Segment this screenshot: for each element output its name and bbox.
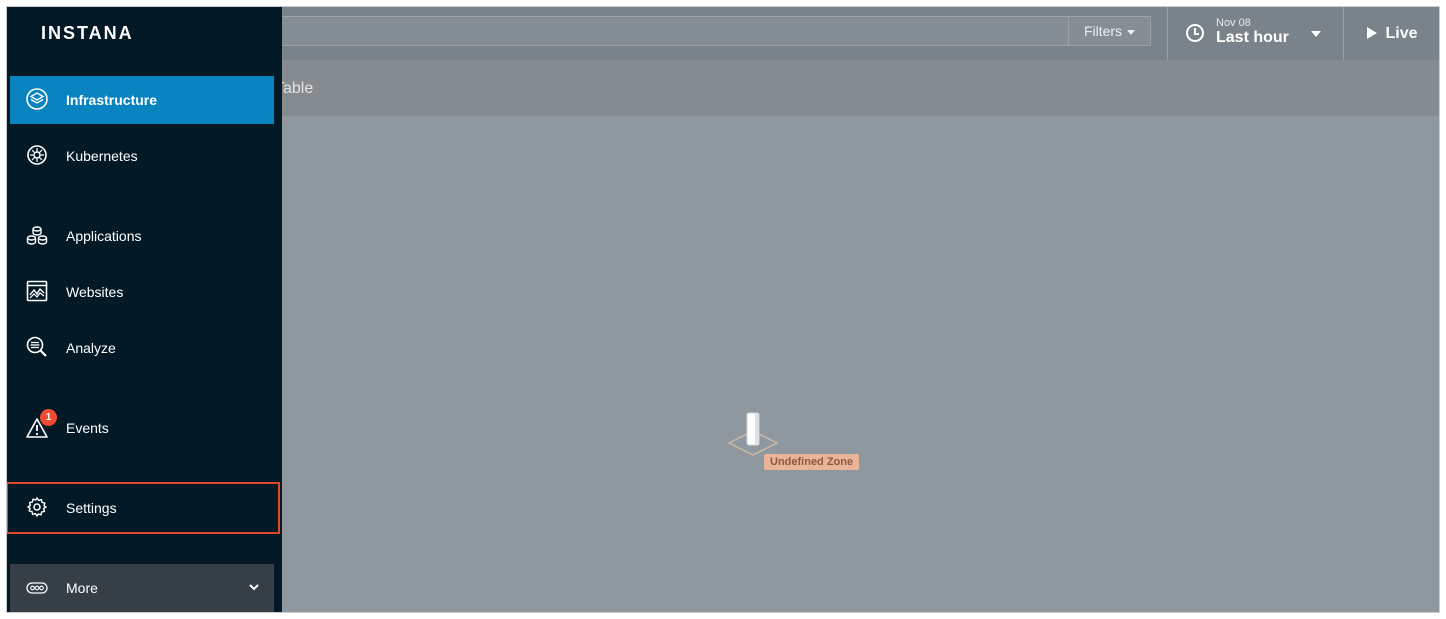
sidebar: INSTANA Infrastructure Kubernetes Applic… xyxy=(7,7,282,612)
sidebar-item-settings[interactable]: Settings xyxy=(7,482,280,534)
chevron-down-icon xyxy=(249,584,259,591)
sidebar-item-label: Websites xyxy=(66,284,124,300)
more-menu-button[interactable]: More xyxy=(10,564,274,612)
live-label: Live xyxy=(1385,25,1418,42)
websites-icon xyxy=(26,280,48,302)
sidebar-item-label: Settings xyxy=(66,500,117,516)
sidebar-item-analyze[interactable]: Analyze xyxy=(10,324,274,372)
zone-node-icon[interactable] xyxy=(725,407,781,457)
sidebar-item-events[interactable]: 1 Events xyxy=(10,404,274,452)
filters-button[interactable]: Filters xyxy=(1068,16,1150,46)
caret-down-icon xyxy=(1311,31,1321,37)
analyze-icon xyxy=(26,336,47,357)
time-range-label: Last hour xyxy=(1216,29,1289,46)
layers-icon xyxy=(26,88,48,110)
clock-icon xyxy=(1186,24,1204,42)
live-button[interactable]: Live xyxy=(1343,7,1439,60)
time-date: Nov 08 xyxy=(1216,17,1251,29)
app-frame: Filters Nov 08 Last hour Live Table Unde… xyxy=(6,6,1440,613)
events-count-badge: 1 xyxy=(40,409,57,426)
instana-logo[interactable]: INSTANA xyxy=(41,23,134,44)
search-input[interactable]: Filters xyxy=(275,16,1151,46)
sidebar-item-applications[interactable]: Applications xyxy=(10,212,274,260)
sidebar-item-kubernetes[interactable]: Kubernetes xyxy=(10,132,274,180)
filters-label: Filters xyxy=(1083,23,1123,39)
time-range-picker[interactable]: Nov 08 Last hour xyxy=(1167,7,1343,60)
gear-icon xyxy=(27,497,47,517)
sidebar-item-label: Infrastructure xyxy=(66,92,158,108)
sidebar-item-label: Kubernetes xyxy=(66,148,138,164)
applications-icon xyxy=(26,226,48,245)
more-label: More xyxy=(66,580,98,596)
more-dots-icon xyxy=(26,582,48,594)
sidebar-item-label: Analyze xyxy=(66,340,116,356)
sidebar-item-websites[interactable]: Websites xyxy=(10,268,274,316)
zone-label[interactable]: Undefined Zone xyxy=(764,454,860,470)
sidebar-item-label: Applications xyxy=(66,228,142,244)
sidebar-item-label: Events xyxy=(66,420,109,436)
caret-down-icon xyxy=(1127,29,1136,35)
play-icon xyxy=(1367,27,1378,39)
sidebar-item-infrastructure[interactable]: Infrastructure xyxy=(10,76,274,124)
kubernetes-icon xyxy=(27,145,47,165)
